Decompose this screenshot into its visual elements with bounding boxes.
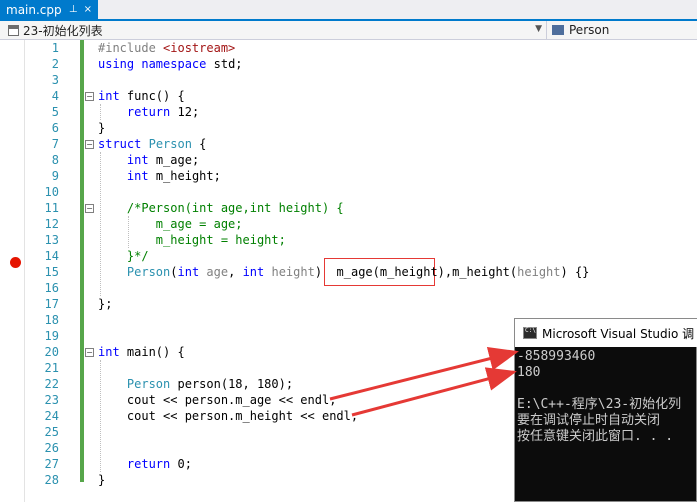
annotation-arrows <box>329 346 519 417</box>
arrow-age <box>329 346 519 401</box>
arrow-height <box>351 367 517 417</box>
